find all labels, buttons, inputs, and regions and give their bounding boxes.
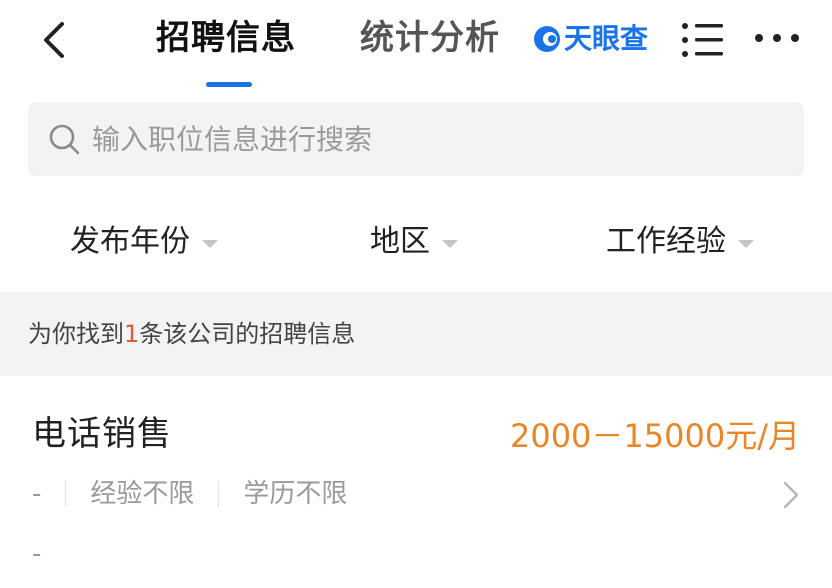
meta-divider: [218, 481, 220, 507]
filter-publish-year[interactable]: 发布年份: [70, 220, 218, 264]
meta-divider: [65, 481, 67, 507]
job-meta: - 经验不限 学历不限: [32, 476, 347, 512]
more-dots-icon: [755, 34, 799, 42]
search-section: [0, 88, 832, 191]
list-menu-button[interactable]: [681, 20, 725, 60]
job-education: 学历不限: [243, 479, 348, 509]
search-box[interactable]: [28, 102, 804, 176]
result-summary: 为你找到1条该公司的招聘信息: [0, 292, 832, 376]
caret-down-icon: [738, 240, 754, 248]
tab-statistics[interactable]: 统计分析: [360, 16, 500, 60]
result-count: 1: [124, 320, 140, 348]
filter-work-experience[interactable]: 工作经验: [606, 220, 754, 264]
job-location: -: [32, 479, 42, 509]
job-title: 电话销售: [32, 414, 172, 454]
filter-label: 地区: [370, 224, 430, 259]
summary-prefix: 为你找到: [28, 320, 124, 348]
logo-text: 天眼查: [564, 22, 649, 55]
search-icon: [49, 124, 80, 155]
job-salary: 2000－15000元/月: [509, 417, 800, 455]
tianyancha-logo: 天眼查: [532, 22, 648, 56]
filter-label: 工作经验: [606, 224, 726, 259]
chevron-right-icon: [783, 481, 799, 509]
search-input[interactable]: [92, 116, 782, 162]
top-nav-bar: 招聘信息 统计分析 天眼查: [0, 0, 832, 88]
caret-down-icon: [442, 240, 458, 248]
caret-down-icon: [202, 240, 218, 248]
back-button[interactable]: [36, 18, 76, 62]
result-summary-text: 为你找到1条该公司的招聘信息: [28, 314, 355, 354]
tianyancha-logo-icon: [534, 26, 560, 52]
active-tab-indicator: [206, 82, 252, 87]
tab-recruitment-info[interactable]: 招聘信息: [156, 16, 296, 60]
filter-label: 发布年份: [70, 224, 190, 259]
filter-region[interactable]: 地区: [370, 220, 458, 264]
more-button[interactable]: [754, 28, 800, 48]
job-publish-date: -: [32, 539, 42, 569]
job-experience: 经验不限: [90, 479, 195, 509]
job-list-item[interactable]: 电话销售 2000－15000元/月 - 经验不限 学历不限 -: [0, 376, 832, 588]
filter-bar: 发布年份 地区 工作经验: [0, 190, 832, 292]
summary-suffix: 条该公司的招聘信息: [139, 320, 356, 348]
chevron-left-icon: [44, 22, 64, 58]
list-menu-icon: [682, 23, 723, 57]
